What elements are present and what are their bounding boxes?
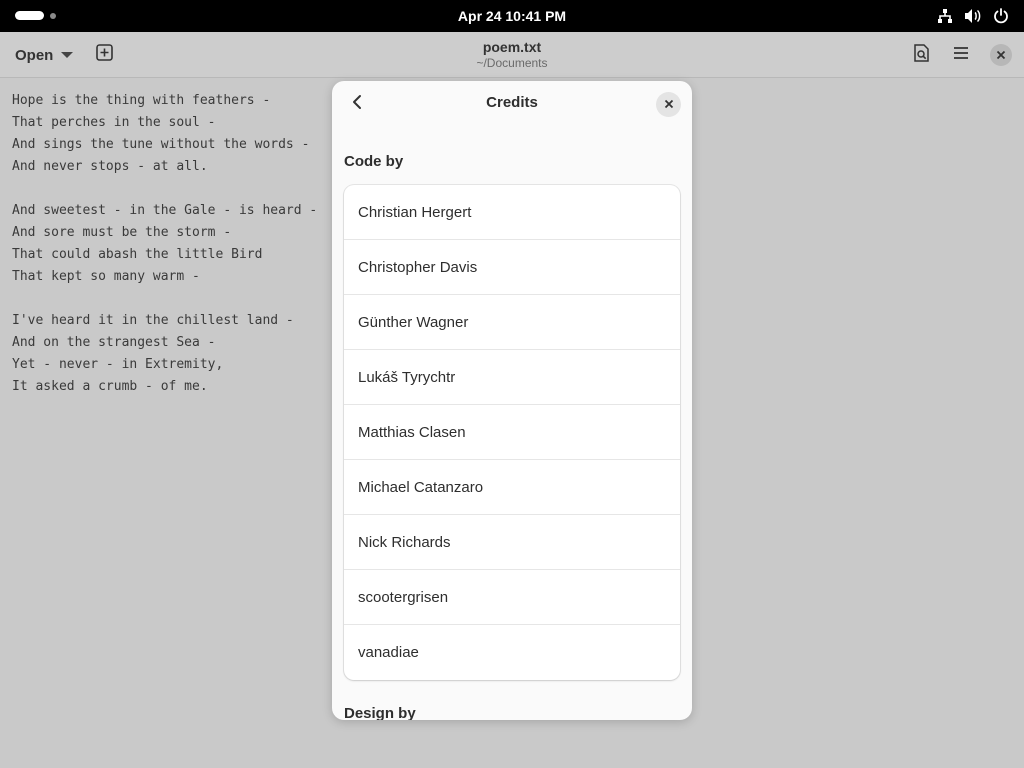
volume-icon[interactable] [964, 7, 982, 25]
design-by-heading: Design by [344, 705, 416, 720]
list-item: Christian Hergert [344, 185, 680, 240]
text-line: It asked a crumb - of me. [12, 379, 208, 394]
chevron-down-icon [61, 52, 74, 58]
activities-indicator[interactable] [15, 11, 56, 20]
close-icon [990, 44, 1012, 66]
text-line [12, 288, 317, 310]
system-tray[interactable] [936, 7, 1010, 25]
app-header-bar: Open poem.txt ~/Documents [0, 32, 1024, 78]
code-authors-list: Christian Hergert Christopher Davis Günthe… [344, 185, 680, 680]
workspace-dot [50, 12, 56, 19]
credits-dialog: Credits Code by Christian Hergert Christo… [332, 81, 692, 720]
list-item: Michael Catanzaro [344, 460, 680, 515]
workspace-active-pill [15, 11, 44, 20]
list-item: vanadiae [358, 644, 419, 661]
network-icon[interactable] [936, 7, 954, 25]
text-line: That could abash the little Bird [12, 247, 263, 262]
document-search-icon [913, 43, 930, 67]
hamburger-menu-icon [953, 46, 969, 65]
text-line: Hope is the thing with feathers - [12, 93, 271, 108]
text-line: And sings the tune without the words - [12, 137, 310, 152]
text-line: And sweetest - in the Gale - is heard - [12, 203, 318, 218]
dialog-title: Credits [486, 94, 538, 111]
open-button-label: Open [15, 46, 54, 64]
clock[interactable]: Apr 24 10:41 PM [458, 8, 566, 24]
window-title: poem.txt ~/Documents [362, 38, 662, 71]
text-line [12, 178, 317, 200]
text-line: I've heard it in the chillest land - [12, 313, 294, 328]
document-title: poem.txt [482, 39, 542, 55]
new-tab-button[interactable] [88, 40, 120, 70]
power-icon[interactable] [992, 7, 1010, 25]
open-button[interactable]: Open [6, 40, 82, 70]
close-icon [664, 96, 674, 114]
text-line: And never stops - at all. [12, 159, 208, 174]
text-line: Yet - never - in Extremity, [12, 357, 224, 372]
main-menu-button[interactable] [945, 40, 977, 70]
list-item: Matthias Clasen [344, 405, 680, 460]
document-text[interactable]: Hope is the thing with feathers - That pe… [12, 90, 317, 398]
list-item: Lukáš Tyrychtr [344, 350, 680, 405]
list-item: Günther Wagner [344, 295, 680, 350]
clock-container: Apr 24 10:41 PM [0, 0, 1024, 32]
document-properties-button[interactable] [905, 40, 937, 70]
text-line: That kept so many warm - [12, 269, 200, 284]
list-item: Nick Richards [344, 515, 680, 570]
window-close-button[interactable] [985, 40, 1017, 70]
text-line: And sore must be the storm - [12, 225, 232, 240]
document-path: ~/Documents [476, 56, 548, 70]
text-line: And on the strangest Sea - [12, 335, 216, 350]
code-by-heading: Code by [344, 153, 404, 170]
list-item: scootergrisen [344, 570, 680, 625]
system-top-bar: Apr 24 10:41 PM [0, 0, 1024, 32]
dialog-close-button[interactable] [656, 92, 681, 117]
new-tab-icon [95, 44, 113, 66]
list-item: Christopher Davis [344, 240, 680, 295]
text-line: That perches in the soul - [12, 115, 216, 130]
